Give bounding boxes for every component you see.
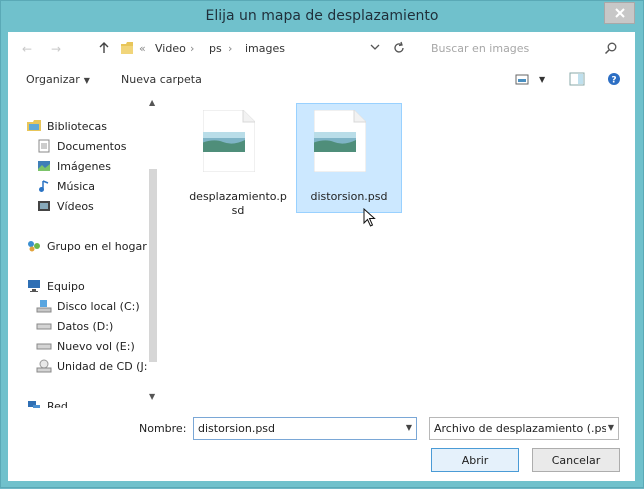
svg-text:?: ? [611, 76, 616, 86]
computer-icon [26, 279, 42, 293]
file-type-value: Archivo de desplazamiento (.ps [434, 422, 608, 435]
sidebar-item-documents[interactable]: Documentos [36, 137, 126, 155]
sidebar-item-label: Equipo [47, 279, 85, 293]
sidebar-item-new-vol-e[interactable]: Nuevo vol (E:) [36, 337, 135, 355]
homegroup-icon [26, 239, 42, 253]
image-file-icon [314, 110, 366, 172]
dialog-client: ← → « Video › ps › images Buscar en imag… [8, 32, 635, 481]
navigation-pane: Bibliotecas Documentos Imágenes Música V… [8, 94, 161, 408]
view-dropdown-icon[interactable]: ▼ [539, 75, 545, 84]
sidebar-item-homegroup[interactable]: Grupo en el hogar [26, 237, 147, 255]
scroll-down-icon[interactable]: ▼ [149, 392, 155, 401]
sidebar-item-label: Música [57, 179, 96, 193]
sidebar-item-label: Bibliotecas [47, 119, 108, 133]
sidebar-item-label: Datos (D:) [57, 319, 114, 333]
file-type-select[interactable]: Archivo de desplazamiento (.ps ▼ [429, 417, 619, 440]
file-item-distorsion[interactable]: distorsion.psd [296, 103, 402, 213]
file-list: desplazamiento.p sd distorsion.psd [168, 94, 635, 408]
sidebar-item-label: Vídeos [57, 199, 94, 213]
filename-label: Nombre: [139, 422, 187, 435]
breadcrumb-separator: › [190, 42, 195, 55]
libraries-icon [26, 119, 42, 133]
chevron-down-icon: ▼ [83, 76, 90, 85]
organize-button[interactable]: Organizar ▼ [26, 73, 90, 86]
sidebar-item-cd-drive-j[interactable]: Unidad de CD (J: [36, 357, 147, 375]
file-name-line1: distorsion.psd [310, 190, 388, 203]
command-bar: Organizar ▼ Nueva carpeta ▼ ? [8, 66, 635, 94]
view-options-icon[interactable] [515, 72, 529, 86]
address-row: ← → « Video › ps › images Buscar en imag… [8, 32, 635, 66]
sidebar-item-network[interactable]: Red [26, 397, 68, 408]
mouse-pointer-icon [363, 208, 376, 227]
scroll-up-icon[interactable]: ▲ [149, 98, 155, 107]
dialog-footer: Nombre: distorsion.psd ▼ Archivo de desp… [8, 408, 635, 481]
cd-drive-icon [36, 359, 52, 373]
sidebar-item-label: Unidad de CD (J: [57, 359, 148, 373]
window-title: Elija un mapa de desplazamiento [205, 8, 439, 24]
chevron-down-icon[interactable]: ▼ [406, 423, 412, 432]
breadcrumb-images[interactable]: images [245, 42, 285, 55]
file-name: distorsion.psd [297, 190, 401, 204]
search-box[interactable]: Buscar en images [419, 38, 622, 60]
drive-icon [36, 319, 52, 333]
sidebar-item-label: Red [47, 399, 68, 409]
file-item-desplazamiento[interactable]: desplazamiento.p sd [186, 104, 290, 217]
help-icon[interactable]: ? [607, 72, 621, 86]
file-name: desplazamiento.p sd [186, 190, 290, 218]
scrollbar-thumb[interactable] [149, 169, 157, 362]
address-dropdown-icon[interactable] [370, 42, 380, 55]
local-disk-icon [36, 299, 52, 313]
sidebar-item-pictures[interactable]: Imágenes [36, 157, 111, 175]
pictures-icon [36, 159, 52, 173]
breadcrumb-overflow[interactable]: « [139, 42, 146, 55]
back-arrow-icon[interactable]: ← [22, 43, 34, 55]
file-name-line1: desplazamiento.p [189, 190, 287, 203]
breadcrumb-separator: › [228, 42, 233, 55]
filename-input[interactable]: distorsion.psd ▼ [193, 417, 417, 440]
title-bar[interactable]: Elija un mapa de desplazamiento [1, 1, 643, 33]
videos-icon [36, 199, 52, 213]
open-button[interactable]: Abrir [431, 448, 519, 472]
music-icon [36, 179, 52, 193]
sidebar-item-music[interactable]: Música [36, 177, 95, 195]
sidebar-item-label: Grupo en el hogar [47, 239, 147, 253]
documents-icon [36, 139, 52, 153]
new-folder-button[interactable]: Nueva carpeta [121, 73, 202, 86]
breadcrumb-ps[interactable]: ps [209, 42, 222, 55]
drive-icon [36, 339, 52, 353]
organize-label: Organizar [26, 73, 80, 86]
chevron-down-icon[interactable]: ▼ [605, 423, 614, 432]
forward-arrow-icon[interactable]: → [51, 43, 63, 55]
navigation-scrollbar[interactable]: ▲ ▼ [145, 94, 161, 408]
sidebar-item-label: Nuevo vol (E:) [57, 339, 135, 353]
sidebar-item-label: Imágenes [57, 159, 111, 173]
sidebar-item-local-disk-c[interactable]: Disco local (C:) [36, 297, 140, 315]
dialog-window: Elija un mapa de desplazamiento ← → « Vi… [0, 0, 644, 488]
address-bar[interactable]: « Video › ps › images [117, 38, 407, 60]
search-placeholder: Buscar en images [431, 42, 530, 55]
sidebar-item-computer[interactable]: Equipo [26, 277, 85, 295]
cancel-button[interactable]: Cancelar [532, 448, 620, 472]
preview-pane-icon[interactable] [569, 72, 585, 86]
image-file-icon [203, 110, 255, 172]
search-icon[interactable] [604, 41, 618, 55]
refresh-icon[interactable] [392, 41, 406, 55]
network-icon [26, 399, 42, 408]
sidebar-item-label: Disco local (C:) [57, 299, 140, 313]
close-icon [614, 8, 625, 18]
file-name-line2: sd [231, 204, 245, 217]
sidebar-item-label: Documentos [57, 139, 127, 153]
sidebar-item-libraries[interactable]: Bibliotecas [26, 117, 107, 135]
folder-icon [121, 42, 133, 54]
sidebar-item-data-d[interactable]: Datos (D:) [36, 317, 113, 335]
filename-value: distorsion.psd [198, 422, 276, 435]
close-button[interactable] [604, 2, 635, 24]
up-arrow-icon[interactable] [97, 41, 111, 55]
sidebar-item-videos[interactable]: Vídeos [36, 197, 94, 215]
breadcrumb-video[interactable]: Video [155, 42, 186, 55]
